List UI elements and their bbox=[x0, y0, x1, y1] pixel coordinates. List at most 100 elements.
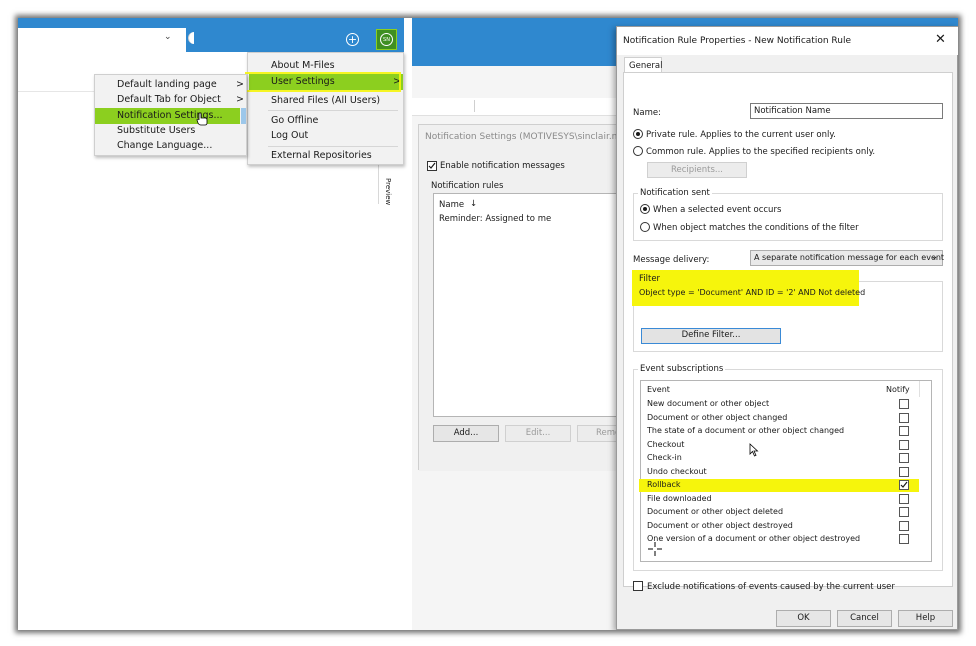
cancel-button[interactable]: Cancel bbox=[837, 610, 892, 627]
exclude-own-events-checkbox[interactable] bbox=[633, 581, 643, 591]
edit-rule-button[interactable]: Edit... bbox=[505, 425, 571, 442]
define-filter-button[interactable]: Define Filter... bbox=[641, 328, 781, 344]
hand-cursor-icon bbox=[196, 112, 208, 126]
notify-checkbox[interactable] bbox=[899, 480, 909, 490]
event-row[interactable]: The state of a document or other object … bbox=[645, 425, 917, 438]
event-row[interactable]: Rollback bbox=[639, 479, 919, 492]
notify-checkbox[interactable] bbox=[899, 453, 909, 463]
screenshot-frame: ⌄ + SN Preview About M-Files User Settin… bbox=[18, 18, 958, 630]
menu-item-default-landing-page[interactable]: Default landing page bbox=[117, 79, 217, 90]
filter-label: Filter bbox=[639, 274, 661, 284]
mid-app-divider bbox=[474, 100, 475, 112]
arrow-cursor-icon bbox=[749, 443, 759, 457]
name-input-value: Notification Name bbox=[754, 106, 831, 116]
event-row[interactable]: Check-in bbox=[645, 452, 917, 465]
dialog-title: Notification Rule Properties - New Notif… bbox=[623, 36, 851, 46]
menu-item-about[interactable]: About M-Files bbox=[271, 60, 335, 71]
private-rule-label: Private rule. Applies to the current use… bbox=[646, 130, 836, 140]
notification-rule-dialog: Notification Rule Properties - New Notif… bbox=[616, 26, 958, 630]
notify-checkbox[interactable] bbox=[899, 466, 909, 477]
search-bar[interactable] bbox=[18, 28, 186, 52]
menu-item-log-out[interactable]: Log Out bbox=[271, 130, 308, 141]
user-settings-highlight bbox=[245, 72, 401, 92]
user-settings-submenu: Default landing page > Default Tab for O… bbox=[94, 74, 247, 156]
event-row[interactable]: Checkout bbox=[645, 439, 917, 452]
notification-rules-label: Notification rules bbox=[431, 181, 504, 191]
notification-sent-group: Notification sent When a selected event … bbox=[633, 188, 943, 241]
notify-checkbox[interactable] bbox=[899, 426, 909, 436]
tab-general-label: General bbox=[629, 61, 663, 71]
event-label: One version of a document or other objec… bbox=[647, 534, 861, 543]
menu-separator bbox=[268, 110, 398, 111]
notify-checkbox[interactable] bbox=[899, 399, 909, 409]
menu-separator bbox=[268, 146, 398, 147]
recipients-button[interactable]: Recipients... bbox=[647, 162, 747, 178]
ok-button[interactable]: OK bbox=[776, 610, 831, 627]
notify-checkbox[interactable] bbox=[899, 534, 909, 544]
chevron-down-icon[interactable]: ⌄ bbox=[164, 32, 172, 42]
menu-item-change-language[interactable]: Change Language... bbox=[117, 140, 212, 151]
event-label: New document or other object bbox=[647, 399, 770, 408]
menu-item-default-tab[interactable]: Default Tab for Object bbox=[117, 94, 221, 105]
menu-item-shared-files[interactable]: Shared Files (All Users) bbox=[271, 95, 380, 106]
event-row[interactable]: Document or other object changed bbox=[645, 412, 917, 425]
user-menu: About M-Files User Settings > Shared Fil… bbox=[245, 52, 404, 165]
menu-item-notification-settings[interactable]: Notification Settings... bbox=[95, 108, 240, 124]
tab-panel: Name: Notification Name Private rule. Ap… bbox=[623, 72, 953, 592]
when-event-radio[interactable] bbox=[640, 204, 650, 214]
notify-checkbox[interactable] bbox=[899, 507, 909, 517]
event-row[interactable]: New document or other object bbox=[645, 398, 917, 411]
event-row[interactable]: Document or other object destroyed bbox=[645, 520, 917, 533]
notify-checkbox[interactable] bbox=[899, 439, 909, 450]
notify-checkbox[interactable] bbox=[899, 412, 909, 423]
notification-rules-list[interactable]: Name ↓ Reminder: Assigned to me bbox=[433, 193, 629, 417]
column-header-name[interactable]: Name bbox=[439, 200, 464, 210]
event-list[interactable]: Event Notify New document or other objec… bbox=[639, 380, 932, 562]
notification-sent-label: Notification sent bbox=[638, 188, 712, 198]
plus-circle-icon[interactable]: + bbox=[346, 33, 359, 46]
menu-item-substitute-users[interactable]: Substitute Users bbox=[117, 125, 195, 136]
tab-general[interactable]: General bbox=[624, 57, 663, 73]
event-label: Document or other object changed bbox=[647, 412, 788, 422]
notify-checkbox[interactable] bbox=[899, 520, 909, 531]
close-icon[interactable]: ✕ bbox=[935, 33, 946, 47]
filter-highlight: Filter Object type = 'Document' AND ID =… bbox=[632, 270, 865, 306]
notification-settings-window: Notification Settings (MOTIVESYS\sinclai… bbox=[418, 124, 629, 471]
notify-checkbox[interactable] bbox=[899, 493, 909, 504]
column-header-notify[interactable]: Notify bbox=[886, 385, 910, 394]
private-rule-radio[interactable] bbox=[633, 129, 643, 139]
column-divider bbox=[919, 381, 920, 397]
event-label: File downloaded bbox=[647, 493, 712, 503]
event-label: Document or other object destroyed bbox=[647, 520, 793, 530]
event-subscriptions-group: Event subscriptions Event Notify New doc… bbox=[633, 364, 943, 571]
event-row[interactable]: One version of a document or other objec… bbox=[645, 533, 917, 546]
message-delivery-select[interactable]: A separate notification message for each… bbox=[750, 250, 944, 266]
menu-item-external-repositories[interactable]: External Repositories bbox=[271, 150, 372, 161]
preview-tab[interactable]: Preview bbox=[380, 178, 392, 208]
event-row[interactable]: File downloaded bbox=[645, 493, 917, 506]
name-input[interactable]: Notification Name bbox=[750, 103, 943, 119]
event-row[interactable]: Undo checkout bbox=[645, 466, 917, 479]
chevron-down-icon: ⌄ bbox=[931, 252, 939, 262]
add-rule-button[interactable]: Add... bbox=[433, 425, 499, 442]
message-delivery-label: Message delivery: bbox=[633, 255, 710, 265]
when-object-radio[interactable] bbox=[640, 222, 650, 232]
avatar[interactable]: SN bbox=[376, 29, 397, 50]
event-row[interactable]: Document or other object deleted bbox=[645, 506, 917, 519]
menu-item-go-offline[interactable]: Go Offline bbox=[271, 115, 318, 126]
crosshair-cursor-icon bbox=[648, 542, 662, 556]
submenu-scroll-indicator bbox=[241, 108, 246, 124]
event-label: The state of a document or other object … bbox=[647, 426, 845, 435]
enable-notifications-checkbox[interactable] bbox=[427, 161, 437, 171]
down-arrow-icon: ↓ bbox=[470, 199, 478, 209]
notification-settings-title: Notification Settings (MOTIVESYS\sinclai… bbox=[425, 132, 629, 142]
column-header-event[interactable]: Event bbox=[647, 385, 670, 394]
event-label: Checkout bbox=[647, 439, 685, 449]
avatar-initials: SN bbox=[380, 33, 393, 46]
when-object-label: When object matches the conditions of th… bbox=[653, 223, 859, 233]
common-rule-radio[interactable] bbox=[633, 146, 643, 156]
event-label: Document or other object deleted bbox=[647, 507, 784, 516]
dialog-titlebar: Notification Rule Properties - New Notif… bbox=[617, 27, 958, 55]
rule-row[interactable]: Reminder: Assigned to me bbox=[439, 214, 551, 224]
help-button[interactable]: Help bbox=[898, 610, 953, 627]
